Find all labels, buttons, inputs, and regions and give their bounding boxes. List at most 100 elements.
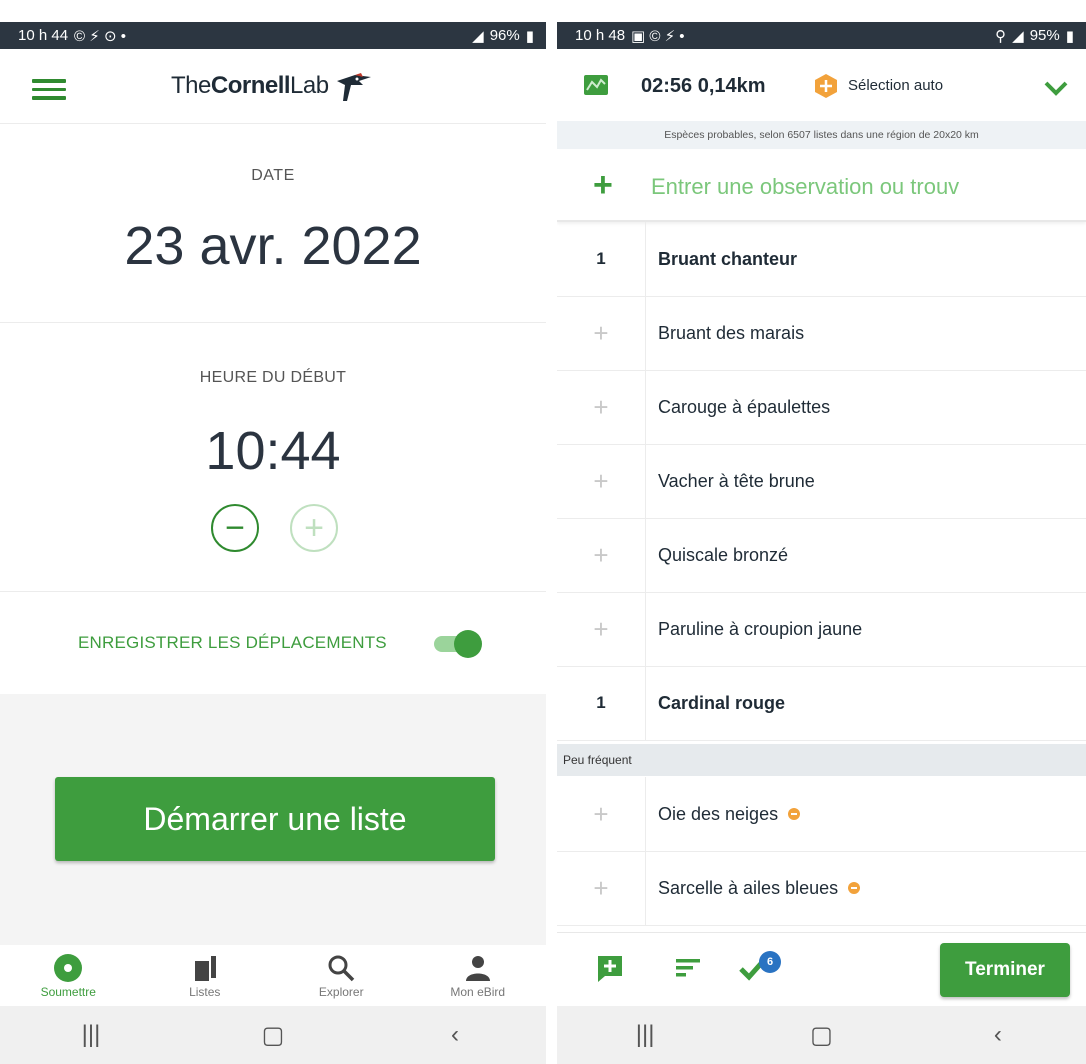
rare-indicator-icon	[788, 808, 801, 820]
species-row[interactable]: + Oie des neiges	[557, 777, 1086, 852]
tab-label: Mon eBird	[450, 985, 506, 999]
decrease-time-button[interactable]: −	[211, 504, 259, 552]
battery-icon: ▮	[1065, 27, 1074, 45]
species-name: Vacher à tête brune	[658, 470, 815, 491]
tab-explore[interactable]: Explorer	[273, 945, 410, 1006]
species-name-cell[interactable]: Bruant des marais	[658, 296, 804, 370]
system-nav-bar: ||| ▢ ‹	[557, 1006, 1086, 1064]
add-count-button[interactable]: +	[557, 592, 646, 666]
finish-button[interactable]: Terminer	[940, 943, 1070, 997]
battery-level: 95%	[1029, 27, 1060, 44]
species-name-cell[interactable]: Vacher à tête brune	[658, 444, 815, 518]
add-count-button[interactable]: +	[557, 296, 646, 370]
species-name-cell[interactable]: Bruant chanteur	[658, 222, 797, 296]
tab-my-ebird[interactable]: Mon eBird	[410, 945, 547, 1006]
probable-species-info: Espèces probables, selon 6507 listes dan…	[557, 121, 1086, 149]
species-row[interactable]: + Sarcelle à ailes bleues	[557, 851, 1086, 926]
species-name-cell[interactable]: Oie des neiges	[658, 777, 801, 851]
species-row[interactable]: + Paruline à croupion jaune	[557, 592, 1086, 667]
logo-the: The	[171, 72, 211, 99]
add-icon: +	[593, 166, 613, 204]
signal-icon: ◢	[1012, 27, 1024, 45]
status-bar: 10 h 48 ▣ © ⚡ • ⚲ ◢ 95% ▮	[557, 22, 1086, 49]
add-count-button[interactable]: +	[557, 518, 646, 592]
submit-icon	[54, 954, 83, 982]
app-header: The Cornell Lab	[0, 49, 546, 124]
search-icon	[328, 955, 355, 982]
map-icon[interactable]	[583, 72, 609, 98]
home-icon[interactable]: ▢	[791, 1021, 851, 1050]
species-name: Quiscale bronzé	[658, 544, 789, 565]
species-name: Bruant des marais	[658, 322, 805, 343]
lists-icon	[194, 956, 216, 981]
add-count-button[interactable]: +	[557, 370, 646, 444]
species-row[interactable]: 1 Cardinal rouge	[557, 666, 1086, 741]
menu-icon[interactable]	[32, 79, 66, 100]
species-name: Cardinal rouge	[658, 692, 786, 713]
home-icon[interactable]: ▢	[243, 1021, 303, 1050]
tab-lists[interactable]: Listes	[137, 945, 274, 1006]
species-name: Oie des neiges	[658, 803, 779, 824]
person-icon	[465, 956, 490, 981]
add-count-button[interactable]: +	[557, 851, 646, 925]
recent-apps-icon[interactable]: |||	[61, 1021, 121, 1049]
back-icon[interactable]: ‹	[968, 1021, 1028, 1049]
start-time-value[interactable]: 10:44	[0, 420, 546, 482]
tab-label: Soumettre	[40, 985, 96, 999]
tab-label: Listes	[189, 985, 221, 999]
species-name: Carouge à épaulettes	[658, 396, 831, 417]
species-name-cell[interactable]: Carouge à épaulettes	[658, 370, 830, 444]
species-name: Paruline à croupion jaune	[658, 618, 863, 639]
date-value[interactable]: 23 avr. 2022	[0, 215, 546, 277]
left-screen: 10 h 44 © ⚡ ⊙ • ◢ 96% ▮ The Cornell Lab DA…	[0, 0, 546, 1064]
species-name-cell[interactable]: Sarcelle à ailes bleues	[658, 851, 861, 925]
species-name-cell[interactable]: Quiscale bronzé	[658, 518, 788, 592]
woodpecker-icon	[336, 73, 371, 101]
date-label: DATE	[251, 167, 295, 184]
divider	[0, 591, 546, 592]
start-time-label: HEURE DU DÉBUT	[199, 369, 347, 386]
track-movements-label: ENREGISTRER LES DÉPLACEMENTS	[78, 633, 387, 652]
species-count[interactable]: 1	[557, 222, 646, 296]
chevron-down-icon[interactable]	[1043, 79, 1069, 97]
species-row[interactable]: + Carouge à épaulettes	[557, 370, 1086, 445]
auto-select-icon[interactable]	[813, 73, 839, 99]
observation-entry[interactable]: + Entrer une observation ou trouv	[557, 150, 1086, 222]
signal-icon: ◢	[472, 27, 484, 45]
add-count-button[interactable]: +	[557, 777, 646, 851]
divider	[0, 322, 546, 323]
sort-icon[interactable]	[673, 953, 703, 983]
increase-time-button[interactable]: +	[290, 504, 338, 552]
back-icon[interactable]: ‹	[425, 1021, 485, 1049]
species-row[interactable]: 1 Bruant chanteur	[557, 222, 1086, 297]
track-movements-toggle[interactable]	[434, 630, 482, 658]
species-row[interactable]: + Bruant des marais	[557, 296, 1086, 371]
checklist-header: 02:56 0,14km Sélection auto	[557, 49, 1086, 121]
cornell-lab-logo: The Cornell Lab	[171, 69, 373, 103]
species-name: Bruant chanteur	[658, 248, 798, 269]
rare-indicator-icon	[848, 882, 861, 894]
tab-label: Explorer	[318, 985, 364, 999]
add-count-button[interactable]: +	[557, 444, 646, 518]
checklist-toolbar: 6 Terminer	[557, 932, 1086, 1007]
logo-cornell: Cornell	[210, 72, 291, 99]
species-name-cell[interactable]: Paruline à croupion jaune	[658, 592, 862, 666]
observation-input[interactable]: Entrer une observation ou trouv	[651, 174, 1081, 200]
bottom-tab-bar: Soumettre Listes Explorer Mon eBird	[0, 945, 546, 1006]
status-time: 10 h 48	[575, 27, 626, 44]
add-species-icon[interactable]	[595, 953, 625, 983]
species-count[interactable]: 1	[557, 666, 646, 740]
status-bar: 10 h 44 © ⚡ ⊙ • ◢ 96% ▮	[0, 22, 546, 49]
status-icons: ▣ © ⚡ •	[631, 27, 685, 45]
auto-select-label[interactable]: Sélection auto	[848, 77, 943, 94]
species-name-cell[interactable]: Cardinal rouge	[658, 666, 785, 740]
recent-apps-icon[interactable]: |||	[615, 1021, 675, 1049]
species-row[interactable]: + Quiscale bronzé	[557, 518, 1086, 593]
species-row[interactable]: + Vacher à tête brune	[557, 444, 1086, 519]
location-icon: ⚲	[995, 27, 1007, 45]
start-list-button[interactable]: Démarrer une liste	[55, 777, 495, 861]
tab-submit[interactable]: Soumettre	[0, 945, 137, 1006]
elapsed-time-distance: 02:56 0,14km	[641, 75, 766, 97]
system-nav-bar: ||| ▢ ‹	[0, 1006, 546, 1064]
species-name: Sarcelle à ailes bleues	[658, 877, 839, 898]
